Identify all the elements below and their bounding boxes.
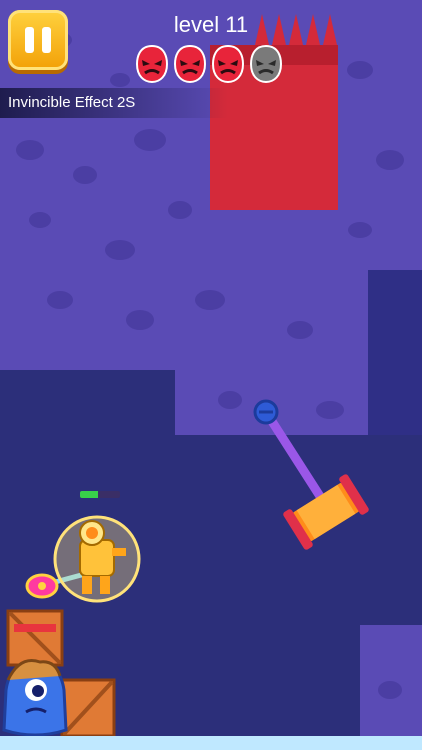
angry-red-face-icon [173, 44, 207, 84]
angry-red-face-icon [211, 44, 245, 84]
ice-floor [0, 736, 422, 750]
angry-red-face-icon [135, 44, 169, 84]
blue-monster [2, 659, 68, 737]
deep-pocket [368, 270, 422, 435]
enemy-counter [135, 44, 283, 84]
grey-face-icon [249, 44, 283, 84]
level-label: level 11 [173, 12, 249, 37]
player-astronaut [53, 515, 141, 603]
player-health-bar [80, 491, 120, 498]
player-health-fill [80, 491, 98, 498]
effect-banner: Invincible Effect 2S [0, 88, 228, 118]
game-stage: level 11 Invincible Effect 2S [0, 0, 422, 750]
